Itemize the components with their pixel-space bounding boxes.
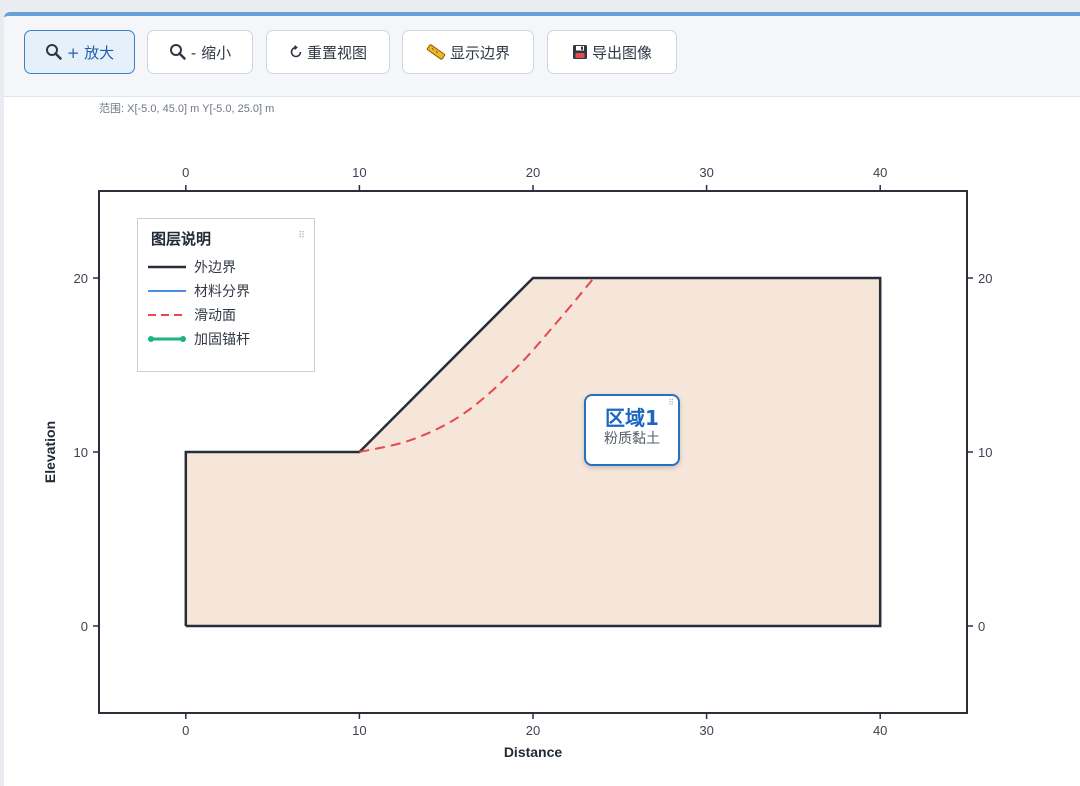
region-label-card[interactable]: ⠿ 区域1 粉质黏土 bbox=[584, 394, 680, 466]
x-tick-label-top: 30 bbox=[699, 165, 713, 180]
legend-item-material-boundary: 材料分界 bbox=[148, 281, 250, 301]
y-tick-label-right: 0 bbox=[978, 619, 985, 634]
y-tick-label-right: 20 bbox=[978, 271, 992, 286]
slope-plot[interactable]: 0 0 10 10 20 20 30 30 40 40 0 0 10 10 20 20 Distance El… bbox=[0, 0, 1080, 782]
legend-label: 滑动面 bbox=[194, 308, 236, 324]
x-tick-label-bottom: 10 bbox=[352, 723, 366, 738]
legend-item-outer-boundary: 外边界 bbox=[148, 257, 236, 277]
line-swatch-icon bbox=[148, 265, 186, 269]
legend-item-anchor: 加固锚杆 bbox=[148, 329, 250, 349]
y-tick-label-left: 0 bbox=[81, 619, 88, 634]
x-tick-label-bottom: 30 bbox=[699, 723, 713, 738]
y-axis-label: Elevation bbox=[42, 421, 58, 483]
x-tick-label-bottom: 40 bbox=[873, 723, 887, 738]
x-tick-label-bottom: 0 bbox=[182, 723, 189, 738]
region-material: 粉质黏土 bbox=[604, 431, 660, 447]
legend-label: 外边界 bbox=[194, 260, 236, 276]
x-tick-label-bottom: 20 bbox=[526, 723, 540, 738]
y-tick-label-left: 20 bbox=[74, 271, 88, 286]
legend-title: 图层说明 bbox=[151, 230, 212, 248]
x-tick-label-top: 20 bbox=[526, 165, 540, 180]
legend-item-slip-surface: 滑动面 bbox=[148, 305, 236, 325]
drag-handle-icon[interactable]: ⠿ bbox=[668, 398, 674, 407]
legend-label: 材料分界 bbox=[194, 284, 250, 300]
line-swatch-icon bbox=[148, 290, 186, 292]
y-tick-label-left: 10 bbox=[74, 445, 88, 460]
x-tick-label-top: 40 bbox=[873, 165, 887, 180]
x-tick-label-top: 10 bbox=[352, 165, 366, 180]
anchor-swatch-icon bbox=[148, 336, 186, 342]
y-tick-label-right: 10 bbox=[978, 445, 992, 460]
legend-panel[interactable]: 图层说明 ⠿ 外边界 材料分界 滑动面 加固锚杆 bbox=[137, 218, 315, 372]
region-name: 区域1 bbox=[605, 406, 659, 430]
drag-handle-icon[interactable]: ⠿ bbox=[298, 231, 305, 241]
dashed-line-swatch-icon bbox=[148, 314, 186, 316]
legend-label: 加固锚杆 bbox=[194, 332, 250, 348]
x-tick-label-top: 0 bbox=[182, 165, 189, 180]
x-axis-label: Distance bbox=[504, 744, 563, 760]
